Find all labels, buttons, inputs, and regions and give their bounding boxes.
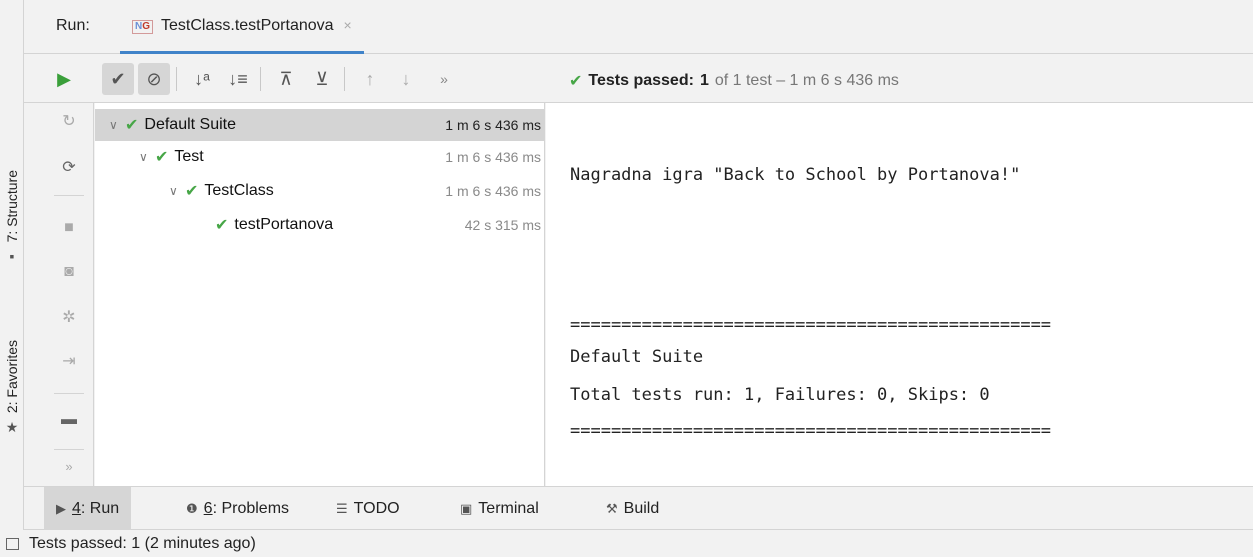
tree-row-default-suite[interactable]: ∨ ✔ Default Suite 1 m 6 s 436 ms (95, 109, 545, 141)
list-icon: ☰ (336, 500, 348, 516)
status-bar: Tests passed: 1 (2 minutes ago) (0, 530, 1253, 557)
camera-icon[interactable]: ◙ (44, 263, 94, 281)
sort-alphabetically-icon[interactable]: ↓ᵃ (186, 63, 218, 95)
stop-icon[interactable]: ■ (44, 219, 94, 237)
console-line: ========================================… (570, 315, 1052, 335)
run-toolbar: ▶ ✔ ⊘ ↓ᵃ ↓≡ ⊼ ⊻ ↑ ↓ » ✔ Tests passed: 1 … (24, 55, 1253, 103)
terminal-icon: ▣ (460, 500, 473, 516)
more-icon[interactable]: » (44, 459, 94, 474)
expand-all-icon[interactable]: ⊼ (270, 63, 302, 95)
console-line: Nagradna igra "Back to School by Portano… (570, 165, 1021, 185)
check-icon: ✔ (185, 183, 199, 200)
check-icon: ✔ (125, 117, 139, 134)
import-icon[interactable]: ⇥ (44, 351, 94, 371)
structure-tool-tab[interactable]: 7: Structure ▪ (0, 170, 24, 264)
run-tool-header: Run: NG TestClass.testPortanova × (24, 0, 1253, 54)
previous-failed-icon[interactable]: ↑ (354, 63, 386, 95)
chevron-down-icon[interactable]: ∨ (139, 150, 155, 164)
check-icon: ✔ (155, 149, 169, 166)
chevron-down-icon[interactable]: ∨ (109, 118, 125, 132)
sort-by-duration-icon[interactable]: ↓≡ (222, 63, 254, 95)
console-line: ========================================… (570, 421, 1052, 441)
next-failed-icon[interactable]: ↓ (390, 63, 422, 95)
favorites-tool-tab[interactable]: 2: Favorites ★ (0, 340, 24, 436)
tab-problems[interactable]: ❶ 6: Problems (174, 487, 301, 530)
bottom-tool-tabs: ▶ 4: Run ❶ 6: Problems ☰ TODO ▣ Terminal… (24, 486, 1253, 530)
tab-terminal[interactable]: ▣ Terminal (448, 487, 551, 530)
rerun-failed-icon[interactable]: ↻ (44, 111, 94, 131)
left-tool-strip: 7: Structure ▪ 2: Favorites ★ (0, 0, 24, 530)
toggle-tool-windows-icon[interactable] (6, 537, 19, 550)
console-output[interactable]: Nagradna igra "Back to School by Portano… (546, 103, 1253, 486)
check-icon: ✔ (569, 73, 583, 90)
run-side-toolbar: ↻ ⟳ ■ ◙ ✲ ⇥ ▬ » (44, 103, 94, 486)
favorites-tab-label: 2: Favorites (4, 340, 20, 414)
chevron-down-icon[interactable]: ∨ (169, 184, 185, 198)
layout-icon[interactable]: ▬ (44, 411, 94, 429)
console-line: Default Suite (570, 347, 704, 367)
tests-status-summary: ✔ Tests passed: 1 of 1 test – 1 m 6 s 43… (569, 72, 899, 90)
run-tab-title: TestClass.testPortanova (161, 17, 334, 34)
status-message[interactable]: Tests passed: 1 (2 minutes ago) (29, 535, 256, 553)
tree-row-test[interactable]: ∨ ✔ Test 1 m 6 s 436 ms (95, 141, 545, 173)
show-ignored-icon[interactable]: ⊘ (138, 63, 170, 95)
structure-tab-label: 7: Structure (4, 170, 20, 243)
run-config-tab[interactable]: NG TestClass.testPortanova × (120, 0, 364, 54)
close-icon[interactable]: × (344, 17, 352, 33)
structure-icon: ▪ (9, 248, 15, 265)
tab-todo[interactable]: ☰ TODO (324, 487, 412, 530)
tree-row-testclass[interactable]: ∨ ✔ TestClass 1 m 6 s 436 ms (95, 175, 545, 207)
console-line: Total tests run: 1, Failures: 0, Skips: … (570, 385, 990, 405)
rerun-play-icon[interactable]: ▶ (48, 63, 80, 95)
hammer-icon: ⚒ (606, 500, 618, 516)
collapse-all-icon[interactable]: ⊻ (306, 63, 338, 95)
info-icon: ❶ (186, 500, 198, 516)
star-icon: ★ (5, 419, 19, 436)
tab-run[interactable]: ▶ 4: Run (44, 487, 132, 530)
play-icon: ▶ (56, 500, 66, 516)
show-passed-icon[interactable]: ✔ (102, 63, 134, 95)
settings-icon[interactable]: ✲ (44, 307, 94, 327)
check-icon: ✔ (215, 217, 229, 234)
tree-row-testportanova[interactable]: ✔ testPortanova 42 s 315 ms (95, 209, 545, 241)
toggle-auto-test-icon[interactable]: ⟳ (44, 157, 94, 177)
tab-build[interactable]: ⚒ Build (594, 487, 671, 530)
run-label: Run: (56, 17, 90, 34)
testng-icon: NG (132, 20, 154, 34)
test-results-tree: ∨ ✔ Default Suite 1 m 6 s 436 ms ∨ ✔ Tes… (95, 103, 545, 486)
more-actions-icon[interactable]: » (428, 63, 460, 95)
